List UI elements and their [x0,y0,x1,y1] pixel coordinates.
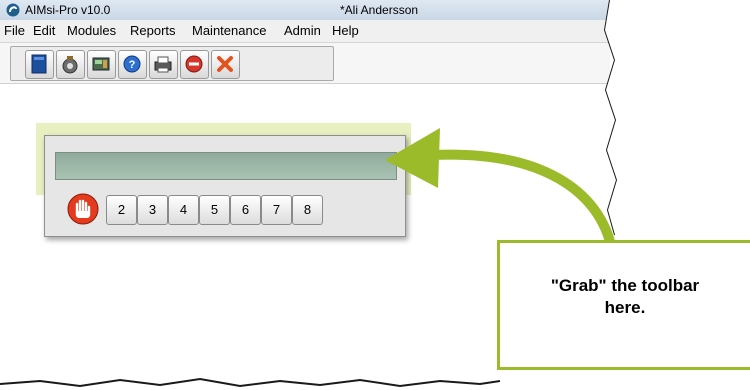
close-icon [217,56,233,72]
app-title: AIMsi-Pro v10.0 [25,3,111,17]
toolbar-button-5[interactable]: 5 [199,195,230,225]
menu-reports[interactable]: Reports [130,23,176,38]
menu-maintenance[interactable]: Maintenance [192,23,266,38]
help-button[interactable]: ? [118,50,147,79]
svg-text:?: ? [129,59,136,71]
menu-admin[interactable]: Admin [284,23,321,38]
menu-file[interactable]: File [4,23,25,38]
money-bag-icon [62,56,78,74]
title-bar[interactable]: AIMsi-Pro v10.0 *Ali Andersson [0,0,610,21]
close-button[interactable] [211,50,240,79]
printer-icon [154,56,172,73]
register-icon [92,57,110,71]
toolbar-button-3[interactable]: 3 [137,195,168,225]
toolbar-button-4[interactable]: 4 [168,195,199,225]
document-title: *Ali Andersson [340,3,419,17]
menu-edit[interactable]: Edit [33,23,55,38]
callout-line-1: "Grab" the toolbar [550,276,700,295]
menu-modules[interactable]: Modules [67,23,116,38]
new-document-icon [31,54,47,74]
floating-toolbar-grab-handle[interactable] [55,152,397,180]
toolbar-group: ? [10,46,334,81]
app-window: AIMsi-Pro v10.0 *Ali Andersson File Edit… [0,0,750,390]
toolbar-button-8[interactable]: 8 [292,195,323,225]
toolbar-button-2[interactable]: 2 [106,195,137,225]
hand-stop-button[interactable] [66,193,100,225]
menu-help[interactable]: Help [332,23,359,38]
help-icon: ? [123,55,141,73]
toolbar-button-7[interactable]: 7 [261,195,292,225]
toolbar-button-6[interactable]: 6 [230,195,261,225]
money-bag-button[interactable] [56,50,85,79]
callout-text: "Grab" the toolbar here. [500,275,750,319]
print-button[interactable] [149,50,178,79]
new-document-button[interactable] [25,50,54,79]
register-button[interactable] [87,50,116,79]
stop-button[interactable] [180,50,209,79]
main-toolbar: ? [0,43,610,84]
app-logo-icon [6,3,20,17]
callout-line-2: here. [604,298,646,317]
stop-icon [185,55,203,73]
callout-box: "Grab" the toolbar here. [497,240,750,370]
menu-bar: File Edit Modules Reports Maintenance Ad… [0,20,610,43]
hand-stop-icon [67,193,99,225]
